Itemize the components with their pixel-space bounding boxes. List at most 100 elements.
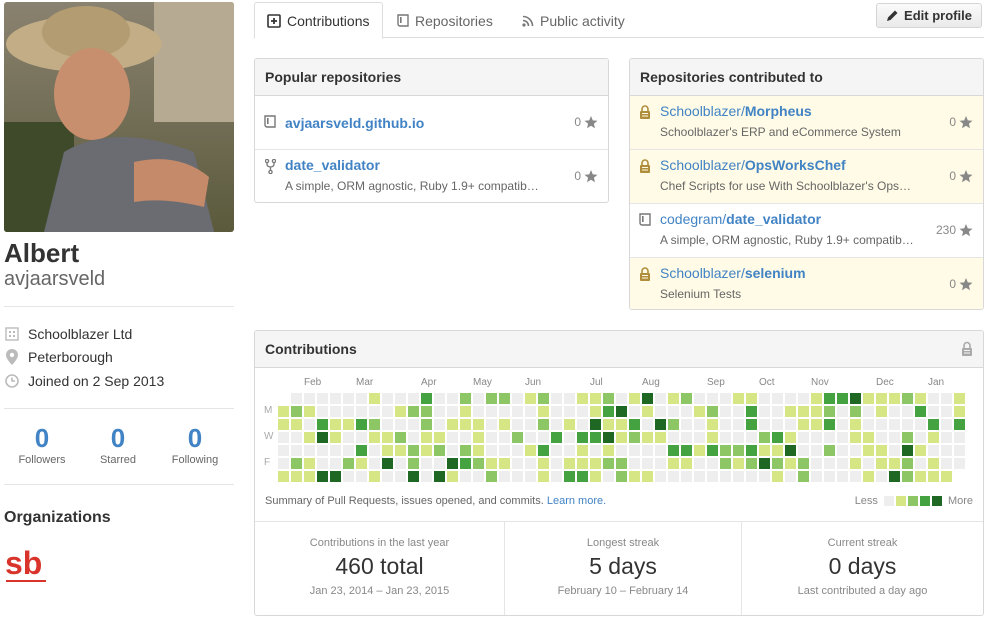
contribution-day[interactable] — [447, 432, 458, 443]
repo-list-item[interactable]: Schoolblazer/OpsWorksChef Chef Scripts f… — [630, 150, 983, 204]
contribution-day[interactable] — [941, 458, 952, 469]
contribution-day[interactable] — [746, 393, 757, 404]
contribution-day[interactable] — [811, 471, 822, 482]
contribution-day[interactable] — [369, 419, 380, 430]
contribution-day[interactable] — [798, 419, 809, 430]
contribution-day[interactable] — [369, 393, 380, 404]
contribution-day[interactable] — [343, 432, 354, 443]
contribution-day[interactable] — [954, 393, 965, 404]
contribution-day[interactable] — [486, 432, 497, 443]
contribution-day[interactable] — [915, 432, 926, 443]
contribution-day[interactable] — [499, 432, 510, 443]
contribution-day[interactable] — [603, 471, 614, 482]
contribution-day[interactable] — [863, 458, 874, 469]
contribution-day[interactable] — [447, 458, 458, 469]
contribution-day[interactable] — [590, 419, 601, 430]
contribution-day[interactable] — [525, 445, 536, 456]
contribution-day[interactable] — [395, 393, 406, 404]
contribution-day[interactable] — [278, 445, 289, 456]
contribution-day[interactable] — [759, 471, 770, 482]
contribution-day[interactable] — [720, 471, 731, 482]
contribution-day[interactable] — [707, 406, 718, 417]
contribution-day[interactable] — [564, 393, 575, 404]
learn-more-link[interactable]: Learn more. — [547, 495, 606, 507]
contribution-day[interactable] — [772, 393, 783, 404]
contribution-day[interactable] — [863, 471, 874, 482]
contribution-day[interactable] — [759, 445, 770, 456]
contribution-day[interactable] — [733, 393, 744, 404]
contribution-day[interactable] — [889, 393, 900, 404]
contribution-day[interactable] — [343, 471, 354, 482]
contribution-day[interactable] — [577, 445, 588, 456]
contribution-day[interactable] — [759, 432, 770, 443]
contribution-day[interactable] — [421, 406, 432, 417]
contribution-day[interactable] — [460, 445, 471, 456]
contribution-day[interactable] — [330, 393, 341, 404]
contribution-day[interactable] — [538, 458, 549, 469]
contribution-day[interactable] — [317, 458, 328, 469]
contribution-day[interactable] — [434, 419, 445, 430]
contribution-day[interactable] — [616, 432, 627, 443]
contribution-day[interactable] — [681, 419, 692, 430]
contribution-day[interactable] — [486, 458, 497, 469]
contribution-day[interactable] — [954, 458, 965, 469]
contribution-day[interactable] — [512, 445, 523, 456]
contribution-day[interactable] — [655, 406, 666, 417]
contribution-day[interactable] — [551, 406, 562, 417]
contribution-day[interactable] — [876, 419, 887, 430]
contribution-day[interactable] — [889, 432, 900, 443]
contribution-day[interactable] — [720, 393, 731, 404]
contribution-day[interactable] — [668, 432, 679, 443]
contribution-day[interactable] — [811, 419, 822, 430]
contribution-day[interactable] — [837, 432, 848, 443]
contribution-day[interactable] — [343, 458, 354, 469]
contribution-day[interactable] — [421, 419, 432, 430]
contribution-day[interactable] — [382, 419, 393, 430]
contribution-day[interactable] — [304, 471, 315, 482]
contribution-day[interactable] — [720, 458, 731, 469]
contribution-day[interactable] — [941, 419, 952, 430]
contribution-day[interactable] — [460, 406, 471, 417]
contribution-day[interactable] — [564, 471, 575, 482]
contribution-day[interactable] — [408, 445, 419, 456]
contribution-day[interactable] — [772, 445, 783, 456]
contribution-day[interactable] — [538, 432, 549, 443]
contribution-day[interactable] — [642, 432, 653, 443]
contribution-day[interactable] — [915, 471, 926, 482]
contribution-day[interactable] — [382, 445, 393, 456]
contribution-day[interactable] — [499, 406, 510, 417]
tab-repositories[interactable]: Repositories — [385, 2, 505, 39]
contribution-day[interactable] — [733, 445, 744, 456]
contribution-day[interactable] — [915, 458, 926, 469]
contribution-day[interactable] — [733, 471, 744, 482]
contribution-day[interactable] — [746, 406, 757, 417]
contribution-day[interactable] — [590, 458, 601, 469]
contribution-day[interactable] — [629, 471, 640, 482]
contribution-day[interactable] — [564, 432, 575, 443]
contribution-day[interactable] — [785, 393, 796, 404]
contribution-day[interactable] — [603, 393, 614, 404]
contribution-day[interactable] — [408, 432, 419, 443]
contribution-day[interactable] — [798, 445, 809, 456]
contribution-day[interactable] — [655, 419, 666, 430]
contribution-day[interactable] — [629, 445, 640, 456]
contribution-day[interactable] — [577, 406, 588, 417]
contribution-day[interactable] — [317, 406, 328, 417]
contribution-day[interactable] — [668, 406, 679, 417]
contribution-day[interactable] — [460, 419, 471, 430]
contribution-day[interactable] — [564, 458, 575, 469]
contribution-day[interactable] — [551, 432, 562, 443]
contribution-day[interactable] — [590, 432, 601, 443]
contribution-day[interactable] — [941, 406, 952, 417]
contribution-day[interactable] — [343, 406, 354, 417]
contribution-day[interactable] — [473, 419, 484, 430]
contribution-day[interactable] — [525, 419, 536, 430]
contribution-day[interactable] — [369, 406, 380, 417]
contribution-day[interactable] — [408, 471, 419, 482]
contribution-day[interactable] — [785, 445, 796, 456]
contribution-day[interactable] — [681, 406, 692, 417]
contribution-day[interactable] — [382, 458, 393, 469]
contribution-day[interactable] — [681, 393, 692, 404]
contribution-day[interactable] — [486, 393, 497, 404]
contribution-day[interactable] — [707, 458, 718, 469]
